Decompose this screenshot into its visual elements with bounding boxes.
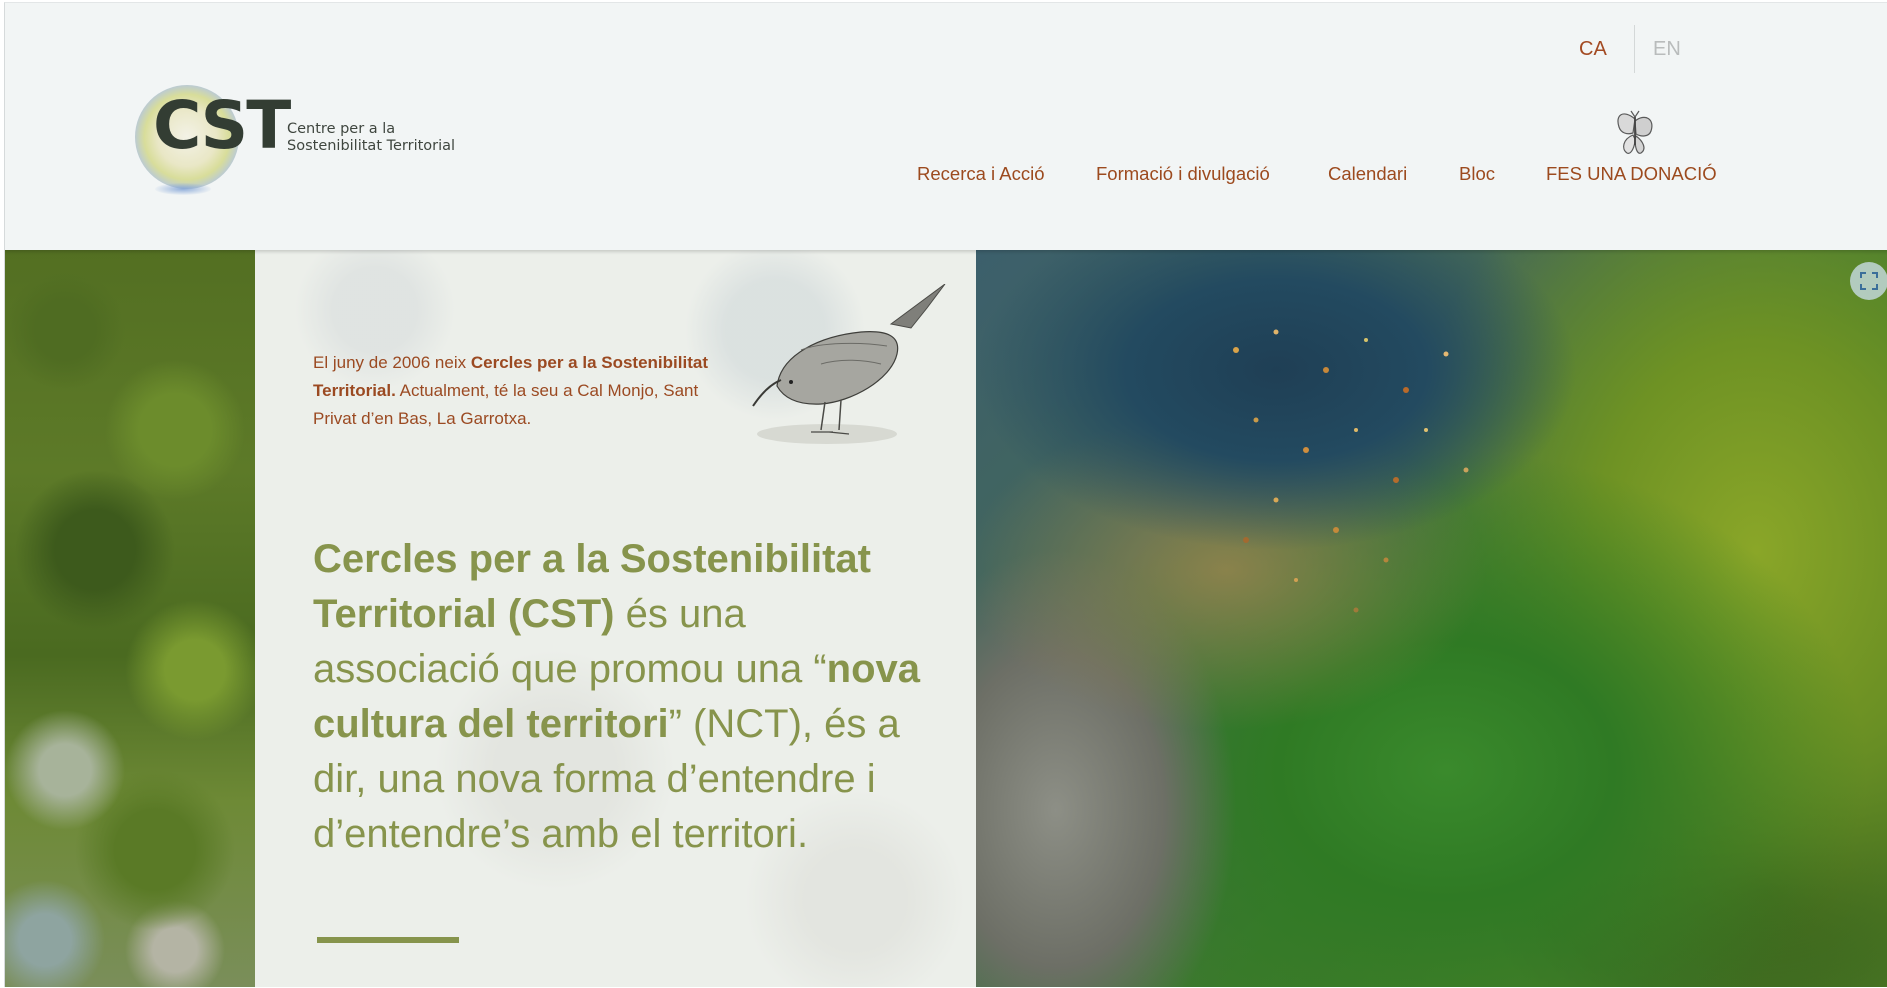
language-en-link[interactable]: EN — [1653, 25, 1681, 73]
fullscreen-button[interactable] — [1850, 262, 1887, 300]
accent-underline — [317, 937, 459, 943]
bird-drawing — [752, 284, 946, 444]
logo-subtitle-line1: Centre per a la — [287, 121, 396, 137]
language-ca-link[interactable]: CA — [1579, 25, 1607, 73]
butterfly-icon — [1617, 110, 1653, 154]
nav-calendari[interactable]: Calendari — [1328, 163, 1407, 189]
nav-donation-button[interactable]: FES UNA DONACIÓ — [1546, 163, 1717, 189]
nav-formacio-i-divulgacio[interactable]: Formació i divulgació — [1096, 163, 1270, 189]
nav-recerca-i-accio[interactable]: Recerca i Acció — [917, 163, 1045, 189]
logo-glow — [155, 183, 211, 195]
site-header: CST Centre per a la Sostenibilitat Terri… — [5, 3, 1887, 250]
intro-paragraph: El juny de 2006 neix Cercles per a la So… — [313, 349, 733, 433]
language-divider — [1634, 25, 1635, 73]
nav-bloc[interactable]: Bloc — [1459, 163, 1495, 189]
site-logo[interactable]: CST Centre per a la Sostenibilitat Terri… — [133, 83, 463, 195]
intro-text-1: El juny de 2006 neix — [313, 353, 471, 372]
browser-viewport: CST Centre per a la Sostenibilitat Terri… — [4, 2, 1887, 987]
logo-subtitle: Centre per a la Sostenibilitat Territori… — [287, 121, 487, 155]
logo-subtitle-line2: Sostenibilitat Territorial — [287, 138, 456, 154]
logo-mark: CST — [153, 87, 291, 164]
hero-background-right — [976, 250, 1887, 987]
hero-section: El juny de 2006 neix Cercles per a la So… — [5, 250, 1887, 987]
mission-statement: Cercles per a la Sostenibilitat Territor… — [313, 532, 933, 862]
statement-org-name: Cercles per a la Sostenibilitat Territor… — [313, 537, 871, 636]
fullscreen-icon — [1860, 272, 1878, 290]
hero-background-left — [5, 250, 255, 987]
hero-text-panel: El juny de 2006 neix Cercles per a la So… — [255, 250, 976, 987]
